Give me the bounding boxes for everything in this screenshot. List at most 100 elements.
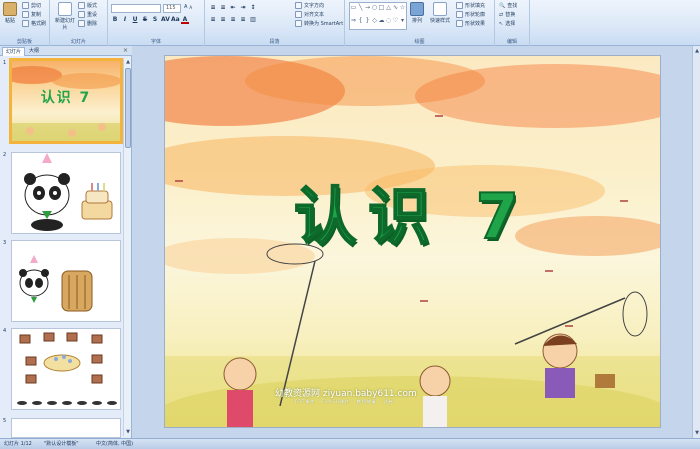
new-slide-icon	[58, 2, 72, 16]
panel-scrollbar[interactable]: ▲ ▼	[123, 58, 131, 436]
underline-button[interactable]: U	[131, 16, 139, 24]
tri-shape-icon[interactable]: △	[385, 3, 392, 16]
line-shape-icon[interactable]: ╲	[357, 3, 364, 16]
slides-label: 幻灯片	[70, 39, 86, 45]
rect2-shape-icon[interactable]: □	[378, 3, 385, 16]
heart-shape-icon[interactable]: ♡	[392, 16, 399, 29]
font-name-field[interactable]	[111, 4, 161, 13]
bold-button[interactable]: B	[111, 16, 119, 24]
slide-scroll-down-icon[interactable]: ▼	[693, 430, 700, 436]
cloud-shape-icon[interactable]: ☁	[378, 16, 385, 29]
slide-number-5: 5	[3, 418, 7, 424]
layout-button[interactable]: 版式	[78, 2, 97, 9]
shadow-button[interactable]: S	[151, 16, 159, 24]
star-shape-icon[interactable]: ☆	[399, 3, 406, 16]
align-row: ≡ ≡ ≡ ≡ ▥	[209, 16, 257, 24]
thumb2-panda-cake	[24, 153, 113, 231]
slide-thumb-2[interactable]	[11, 152, 121, 234]
cut-button[interactable]: 剪切	[22, 2, 41, 9]
align-center-icon[interactable]: ≡	[219, 16, 227, 24]
text-direction-button[interactable]: 文字方向	[295, 2, 324, 9]
delete-icon	[78, 20, 85, 27]
slide-thumb-4[interactable]	[11, 328, 121, 410]
paste-icon	[3, 2, 17, 16]
thumb1-title: 认识 7	[40, 90, 92, 106]
slide-title[interactable]: 认识 7	[165, 166, 660, 256]
replace-icon: ⇄	[499, 11, 504, 18]
close-panel-icon[interactable]: ×	[123, 47, 128, 54]
ribbon: 粘贴 剪切 复制 格式刷 剪贴板 新建幻灯片 版式 重设 删除 幻灯片 115 …	[0, 0, 700, 46]
italic-button[interactable]: I	[121, 16, 129, 24]
replace-button[interactable]: ⇄ 替换	[499, 11, 515, 19]
quick-styles-button[interactable]: 快速样式	[430, 2, 450, 24]
curve-shape-icon[interactable]: ∿	[392, 3, 399, 16]
new-slide-button[interactable]: 新建幻灯片	[54, 2, 76, 31]
align-right-icon[interactable]: ≡	[229, 16, 237, 24]
find-icon: 🔍	[499, 2, 506, 9]
decrease-indent-icon[interactable]: ⇤	[229, 4, 237, 12]
callout-shape-icon[interactable]: ◌	[385, 16, 392, 29]
slide-scrollbar[interactable]: ▲ ▼	[692, 46, 700, 438]
scroll-thumb[interactable]	[125, 68, 131, 148]
increase-indent-icon[interactable]: ⇥	[239, 4, 247, 12]
slide-thumb-5[interactable]	[11, 418, 121, 438]
more-shape-icon[interactable]: ▾	[399, 16, 406, 29]
slide-number-2: 2	[3, 152, 7, 158]
align-text-icon	[295, 11, 302, 18]
rect-shape-icon[interactable]: ▭	[350, 3, 357, 16]
current-slide[interactable]: 认识 7 幼教资源网 ziyuan.baby611.com PPT课件 · FL…	[164, 55, 661, 428]
find-button[interactable]: 🔍 查找	[499, 2, 517, 10]
delete-button[interactable]: 删除	[78, 20, 97, 27]
thumb3-panda-door	[19, 255, 93, 312]
smartart-button[interactable]: 转换为 SmartArt	[295, 20, 343, 27]
language-indicator[interactable]: 中文(简体, 中国)	[96, 439, 133, 449]
font-color-button[interactable]: A	[181, 16, 189, 24]
copy-button[interactable]: 复制	[22, 11, 41, 18]
editing-label: 编辑	[506, 39, 517, 45]
tab-outline[interactable]: 大纲	[26, 47, 42, 56]
font-size-field[interactable]: 115	[163, 4, 181, 13]
justify-icon[interactable]: ≡	[239, 16, 247, 24]
arrange-icon	[410, 2, 424, 16]
diamond-shape-icon[interactable]: ◇	[371, 16, 378, 29]
clipboard-label: 剪贴板	[16, 39, 32, 45]
paste-button[interactable]: 粘贴	[3, 2, 17, 24]
slide-thumb-1[interactable]: 认识 7	[9, 58, 123, 144]
tab-slides[interactable]: 幻灯片	[2, 47, 26, 56]
select-icon: ↖	[499, 20, 504, 27]
spacing-button[interactable]: AV	[161, 16, 170, 24]
shapes-gallery[interactable]: ▭ ╲ → ○ □ △ ∿ ☆ ⇒{} ◇ ☁ ◌ ♡ ▾	[349, 2, 407, 30]
columns-icon[interactable]: ▥	[249, 16, 257, 24]
brace2-shape-icon[interactable]: }	[364, 16, 371, 29]
arrow-shape-icon[interactable]: →	[364, 3, 371, 16]
scroll-up-icon[interactable]: ▲	[124, 58, 132, 66]
numbering-icon[interactable]: ≡	[219, 4, 227, 12]
strikethrough-button[interactable]: S	[141, 16, 149, 24]
brace-shape-icon[interactable]: {	[357, 16, 364, 29]
case-button[interactable]: Aa	[171, 16, 180, 24]
panel-tabs: 幻灯片 大纲 ×	[0, 46, 132, 56]
shape-effects-button[interactable]: 形状效果	[456, 20, 485, 27]
bullets-icon[interactable]: ≡	[209, 4, 217, 12]
reset-button[interactable]: 重设	[78, 11, 97, 18]
grow-font-button[interactable]: AA	[184, 4, 192, 10]
format-painter-button[interactable]: 格式刷	[22, 20, 46, 27]
oval-shape-icon[interactable]: ○	[371, 3, 378, 16]
select-button[interactable]: ↖ 选择	[499, 20, 515, 28]
slide-counter: 幻灯片 1/12	[4, 441, 32, 447]
line-spacing-icon[interactable]: ↕	[249, 4, 257, 12]
watermark-subtext: PPT课件 · FLASH课件 · 教师故事 · 试卷	[295, 399, 394, 404]
align-left-icon[interactable]: ≡	[209, 16, 217, 24]
shape-outline-button[interactable]: 形状轮廓	[456, 11, 485, 18]
slide-thumb-3[interactable]	[11, 240, 121, 322]
paragraph-group: ≡ ≡ ⇤ ⇥ ↕ ≡ ≡ ≡ ≡ ▥ 文字方向 对齐文本 转换为 SmartA…	[205, 0, 345, 46]
font-format-row: B I U S S AV Aa A	[111, 16, 189, 24]
fill-icon	[456, 2, 463, 9]
theme-name: "默认设计模板"	[44, 441, 79, 447]
align-text-button[interactable]: 对齐文本	[295, 11, 324, 18]
shape-fill-button[interactable]: 形状填充	[456, 2, 485, 9]
scroll-down-icon[interactable]: ▼	[124, 428, 132, 436]
arrow2-shape-icon[interactable]: ⇒	[350, 16, 357, 29]
arrange-button[interactable]: 排列	[410, 2, 424, 24]
slide-scroll-up-icon[interactable]: ▲	[693, 48, 700, 54]
